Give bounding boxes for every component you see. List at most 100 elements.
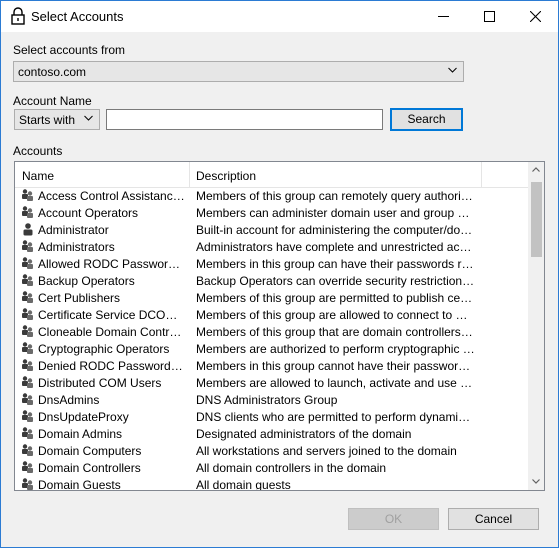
account-name-cell: Denied RODC Password Rep...: [38, 359, 186, 373]
lock-icon: [11, 7, 25, 25]
match-mode-value: Starts with: [19, 113, 76, 127]
table-row[interactable]: DnsUpdateProxy DNS clients who are permit…: [15, 408, 528, 425]
group-icon: [22, 359, 33, 371]
group-icon: [22, 410, 33, 422]
ok-button[interactable]: OK: [348, 508, 439, 530]
table-row[interactable]: Cryptographic Operators Members are autho…: [15, 340, 528, 357]
account-name-cell: Domain Controllers: [38, 461, 141, 475]
select-from-label: Select accounts from: [13, 43, 126, 57]
table-row[interactable]: Domain Guests All domain guests: [15, 476, 528, 491]
table-row[interactable]: Backup Operators Backup Operators can ove…: [15, 272, 528, 289]
account-description-cell: Designated administrators of the domain: [196, 427, 412, 441]
account-description-cell: Members in this group cannot have their …: [196, 359, 476, 373]
account-name-cell: Domain Computers: [38, 444, 142, 458]
scrollbar-thumb[interactable]: [531, 182, 542, 257]
vertical-scrollbar[interactable]: [528, 162, 544, 490]
account-name-label: Account Name: [13, 94, 92, 108]
account-description-cell: All workstations and servers joined to t…: [196, 444, 457, 458]
account-description-cell: Backup Operators can override security r…: [196, 274, 476, 288]
group-icon: [22, 393, 33, 405]
match-mode-select[interactable]: Starts with: [14, 109, 100, 130]
table-row[interactable]: Denied RODC Password Rep... Members in th…: [15, 357, 528, 374]
window-title: Select Accounts: [31, 9, 124, 24]
table-row[interactable]: Distributed COM Users Members are allowed…: [15, 374, 528, 391]
account-description-cell: Members of this group are allowed to con…: [196, 308, 476, 322]
list-header: Name Description: [15, 162, 528, 188]
account-name-input[interactable]: [106, 109, 383, 130]
account-name-cell: Domain Admins: [38, 427, 123, 441]
account-description-cell: Members of this group are permitted to p…: [196, 291, 476, 305]
scroll-up-icon[interactable]: [532, 167, 540, 172]
account-description-cell: DNS clients who are permitted to perform…: [196, 410, 476, 424]
accounts-label: Accounts: [13, 144, 63, 158]
account-name-cell: Domain Guests: [38, 478, 121, 491]
column-header-name[interactable]: Name: [22, 169, 54, 183]
table-row[interactable]: Domain Controllers All domain controllers…: [15, 459, 528, 476]
account-description-cell: Members can administer domain user and g…: [196, 206, 476, 220]
table-row[interactable]: Domain Admins Designated administrators o…: [15, 425, 528, 442]
account-name-cell: Account Operators: [38, 206, 139, 220]
account-name-cell: Cryptographic Operators: [38, 342, 170, 356]
maximize-button[interactable]: [466, 1, 512, 32]
account-description-cell: All domain guests: [196, 478, 291, 491]
account-description-cell: Members of this group can remotely query…: [196, 189, 476, 203]
table-row[interactable]: Administrators Administrators have comple…: [15, 238, 528, 255]
chevron-down-icon: [84, 115, 93, 121]
table-row[interactable]: Access Control Assistance O... Members of…: [15, 187, 528, 204]
table-row[interactable]: Administrator Built-in account for admini…: [15, 221, 528, 238]
group-icon: [22, 257, 33, 269]
account-description-cell: Administrators have complete and unrestr…: [196, 240, 476, 254]
table-row[interactable]: DnsAdmins DNS Administrators Group: [15, 391, 528, 408]
group-icon: [22, 206, 33, 218]
account-name-cell: Cert Publishers: [38, 291, 121, 305]
account-description-cell: Built-in account for administering the c…: [196, 223, 476, 237]
group-icon: [22, 427, 33, 439]
minimize-icon: [437, 16, 449, 17]
account-name-cell: Allowed RODC Password Re...: [38, 257, 186, 271]
account-name-cell: DnsAdmins: [38, 393, 100, 407]
table-row[interactable]: Cloneable Domain Controllers Members of t…: [15, 323, 528, 340]
group-icon: [22, 189, 33, 201]
group-icon: [22, 274, 33, 286]
domain-select-value: contoso.com: [18, 65, 87, 79]
group-icon: [22, 376, 33, 388]
account-name-cell: Certificate Service DCOM Ac...: [38, 308, 186, 322]
account-name-cell: Administrators: [38, 240, 115, 254]
column-divider[interactable]: [481, 162, 482, 187]
account-name-cell: Cloneable Domain Controllers: [38, 325, 186, 339]
scroll-down-icon[interactable]: [532, 479, 540, 484]
user-icon: [23, 223, 33, 236]
column-divider[interactable]: [189, 162, 190, 187]
domain-select[interactable]: contoso.com: [13, 61, 464, 82]
account-name-cell: Administrator: [38, 223, 109, 237]
group-icon: [22, 325, 33, 337]
column-header-description[interactable]: Description: [196, 169, 256, 183]
table-row[interactable]: Certificate Service DCOM Ac... Members of…: [15, 306, 528, 323]
table-row[interactable]: Allowed RODC Password Re... Members in th…: [15, 255, 528, 272]
search-button[interactable]: Search: [390, 108, 463, 131]
account-name-cell: Distributed COM Users: [38, 376, 162, 390]
table-row[interactable]: Domain Computers All workstations and ser…: [15, 442, 528, 459]
group-icon: [22, 291, 33, 303]
group-icon: [22, 461, 33, 473]
minimize-button[interactable]: [420, 1, 466, 32]
account-name-cell: DnsUpdateProxy: [38, 410, 129, 424]
chevron-down-icon: [448, 67, 457, 73]
account-name-cell: Access Control Assistance O...: [38, 189, 186, 203]
close-button[interactable]: [512, 1, 558, 32]
account-name-cell: Backup Operators: [38, 274, 135, 288]
table-row[interactable]: Account Operators Members can administer …: [15, 204, 528, 221]
account-description-cell: DNS Administrators Group: [196, 393, 338, 407]
title-bar[interactable]: Select Accounts: [1, 1, 558, 32]
group-icon: [22, 478, 33, 490]
group-icon: [22, 342, 33, 354]
account-description-cell: Members are authorized to perform crypto…: [196, 342, 476, 356]
maximize-icon: [483, 11, 495, 22]
close-icon: [529, 11, 541, 22]
accounts-list[interactable]: Name Description Access Control Assistan…: [14, 161, 545, 491]
cancel-button[interactable]: Cancel: [448, 508, 539, 530]
select-accounts-dialog: Select Accounts Select accounts from con…: [0, 0, 559, 548]
account-description-cell: Members of this group that are domain co…: [196, 325, 476, 339]
table-row[interactable]: Cert Publishers Members of this group are…: [15, 289, 528, 306]
account-description-cell: Members in this group can have their pas…: [196, 257, 476, 271]
